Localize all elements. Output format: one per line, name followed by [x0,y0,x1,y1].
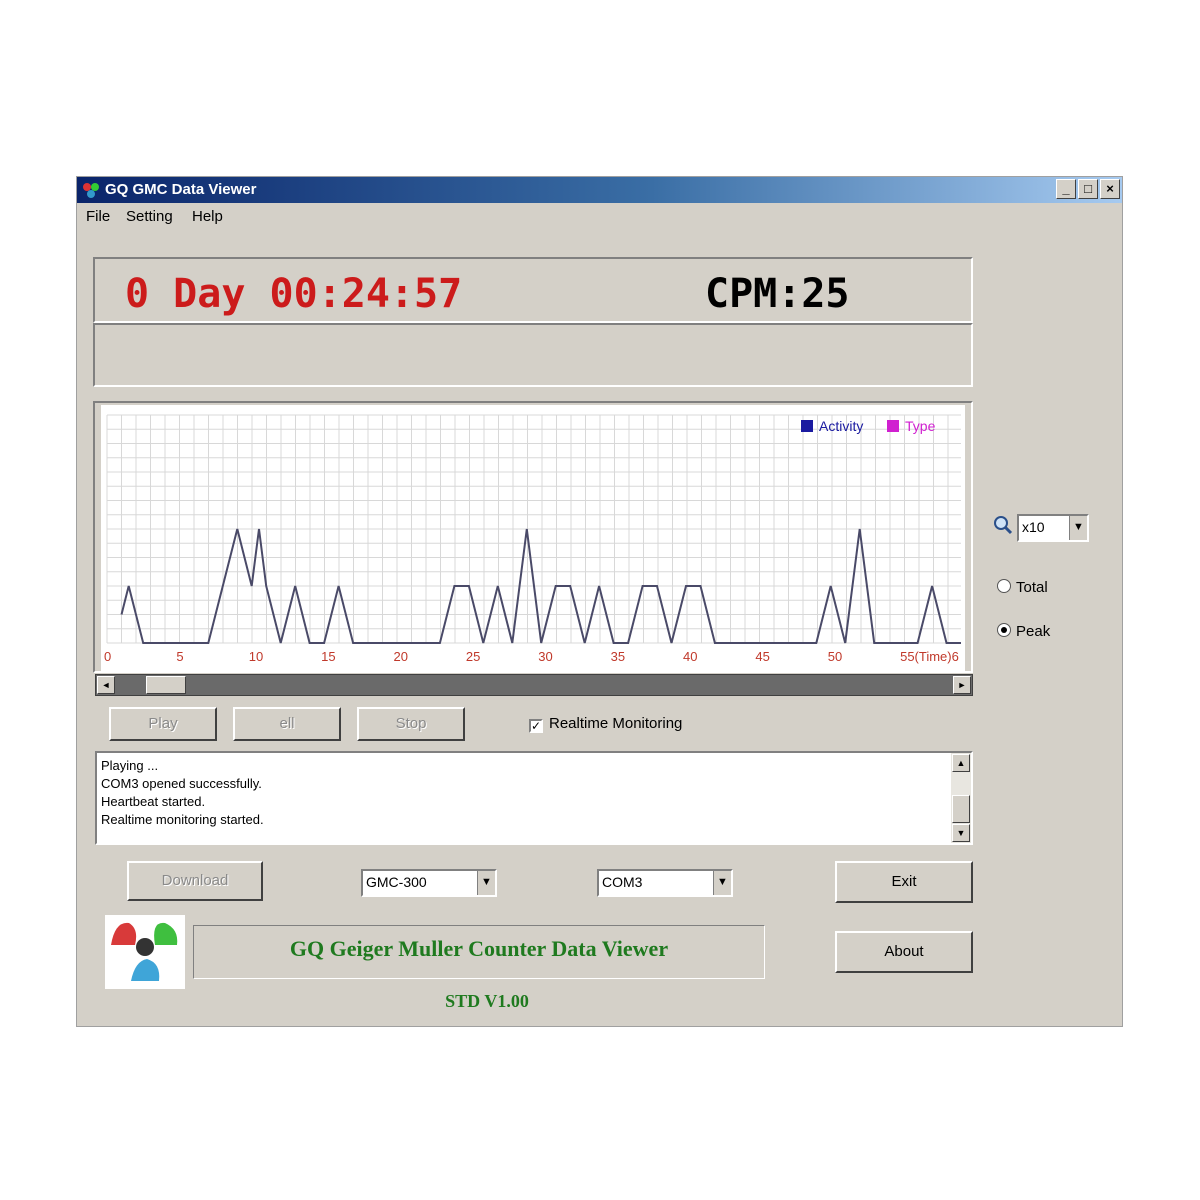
chart-background [101,405,965,671]
radio-total-circle[interactable] [997,579,1011,593]
legend-activity: Activity [819,418,863,434]
close-button[interactable]: × [1100,179,1120,199]
menu-bar: File Setting Help [77,205,1122,227]
chart-scrollbar[interactable]: ◄ ► [95,674,973,696]
x-tick-label: 50 [828,649,842,664]
banner-panel: GQ Geiger Muller Counter Data Viewer [193,925,765,979]
log-scroll-thumb[interactable] [952,795,970,823]
window-title: GQ GMC Data Viewer [105,181,257,198]
about-button[interactable]: About [835,931,973,973]
download-button[interactable]: Download [127,861,263,901]
device-value: GMC-300 [366,874,427,890]
magnifier-icon [994,516,1013,535]
scroll-right-button[interactable]: ► [953,676,971,694]
menu-file[interactable]: File [86,208,110,225]
app-icon [83,183,99,198]
log-box[interactable]: Playing ... COM3 opened successfully. He… [95,751,973,845]
port-select[interactable]: COM3 ▼ [597,869,733,897]
realtime-label: Realtime Monitoring [549,715,683,732]
port-value: COM3 [602,874,643,890]
realtime-checkbox-row[interactable]: ✓ Realtime Monitoring [529,715,682,733]
pause-button[interactable]: ell [233,707,341,741]
exit-button[interactable]: Exit [835,861,973,903]
log-line: Heartbeat started. [101,794,206,809]
x-tick-label: 5 [176,649,183,664]
elapsed-timer: 0 Day 00:24:57 [125,271,463,317]
log-line: Playing ... [101,758,159,773]
x-tick-label: 55(Time)6 [900,649,959,664]
device-dropdown-arrow[interactable]: ▼ [477,871,495,895]
minimize-button[interactable]: _ [1056,179,1076,199]
scroll-thumb[interactable] [146,676,186,694]
maximize-button[interactable]: □ [1078,179,1098,199]
version-label: STD V1.00 [445,991,529,1011]
banner-title: GQ Geiger Muller Counter Data Viewer [289,936,669,961]
play-button[interactable]: Play [109,707,217,741]
radio-peak-circle[interactable] [997,623,1011,637]
device-select[interactable]: GMC-300 ▼ [361,869,497,897]
info-panel [93,323,973,387]
x-tick-label: 45 [755,649,769,664]
log-scroll-up[interactable]: ▲ [952,754,970,772]
log-scrollbar[interactable]: ▲ ▼ [951,753,971,843]
legend-swatch-activity [801,420,813,432]
status-panel: 0 Day 00:24:57 CPM:25 [93,257,973,323]
zoom-dropdown-arrow[interactable]: ▼ [1069,516,1087,540]
radio-peak-label: Peak [1016,623,1051,640]
x-tick-label: 25 [466,649,480,664]
radio-total-label: Total [1016,579,1048,596]
x-tick-label: 35 [611,649,625,664]
zoom-select[interactable]: x10 ▼ [1017,514,1089,542]
realtime-checkbox[interactable]: ✓ [529,719,543,733]
activity-chart: Activity Type 0 5 10 15 20 25 30 35 40 45 50 55(Tim… [101,405,965,671]
x-tick-label: 20 [393,649,407,664]
log-line: COM3 opened successfully. [101,776,262,791]
radio-peak[interactable]: Peak [997,623,1050,640]
legend-type: Type [905,418,936,434]
scroll-left-button[interactable]: ◄ [97,676,115,694]
app-logo [105,915,185,989]
cpm-readout: CPM:25 [705,271,850,317]
stop-button[interactable]: Stop [357,707,465,741]
x-tick-label: 30 [538,649,552,664]
x-tick-label: 40 [683,649,697,664]
port-dropdown-arrow[interactable]: ▼ [713,871,731,895]
x-tick-label: 0 [104,649,111,664]
log-line: Realtime monitoring started. [101,812,264,827]
menu-help[interactable]: Help [192,208,223,225]
x-tick-label: 15 [321,649,335,664]
legend-swatch-type [887,420,899,432]
log-scroll-down[interactable]: ▼ [952,824,970,842]
app-window: GQ GMC Data Viewer _ □ × File Setting He… [76,176,1123,1027]
zoom-value: x10 [1022,519,1045,535]
chart-frame: Activity Type 0 5 10 15 20 25 30 35 40 45 50 55(Tim… [93,401,973,673]
title-bar[interactable]: GQ GMC Data Viewer _ □ × [77,177,1122,203]
menu-setting[interactable]: Setting [126,208,173,225]
radio-total[interactable]: Total [997,579,1048,596]
x-tick-label: 10 [249,649,263,664]
